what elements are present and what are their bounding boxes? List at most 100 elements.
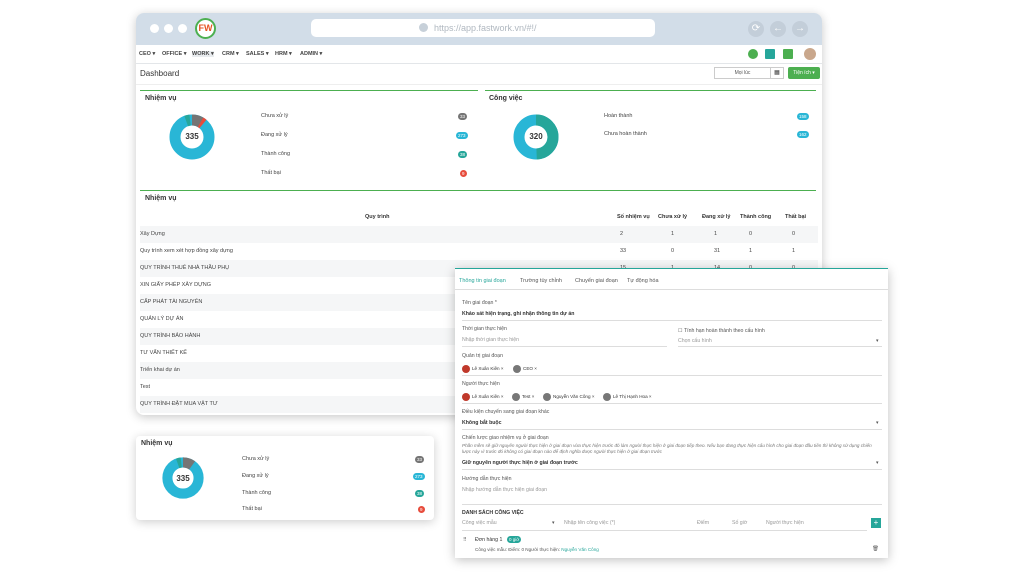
avatar[interactable] — [804, 48, 816, 60]
chevron-down-icon[interactable]: ▾ — [876, 460, 879, 466]
nhiemvu-panel: Nhiệm vụ 335 Chưa xử lý 33 Đang xử lý 27… — [140, 90, 478, 178]
apps-icon[interactable] — [783, 49, 793, 59]
menu-admin[interactable]: ADMIN ▾ — [300, 51, 322, 57]
mini-nhiemvu-card: Nhiệm vụ 335 Chưa xử lý 33 Đang xử lý 27… — [136, 436, 434, 520]
legend-count: 38 — [415, 490, 425, 497]
table-cell: QUẢN LÝ DỰ ÁN — [140, 316, 184, 322]
guide-label: Hướng dẫn thực hiện — [462, 476, 512, 482]
column-header: Số nhiệm vụ — [617, 214, 650, 220]
task-hours-input[interactable]: Số giờ — [732, 520, 747, 526]
task-item-badge: 0 giờ — [507, 536, 522, 543]
help-icon[interactable] — [748, 49, 758, 59]
column-header: Đang xử lý — [702, 214, 731, 220]
table-cell: QUY TRÌNH ĐẶT MUA VẬT TƯ — [140, 401, 218, 407]
tab-custom-fields[interactable]: Trường tùy chỉnh — [520, 278, 562, 284]
mini-total: 335 — [176, 474, 190, 483]
legend-count: 9 — [418, 506, 425, 513]
drag-handle-icon[interactable]: ⠿ — [463, 537, 467, 543]
table-cell: 1 — [792, 248, 796, 254]
chevron-down-icon[interactable]: ▾ — [552, 520, 555, 526]
task-item-meta: Công việc mẫu: Điểm: 0 Người thực hiện: … — [475, 547, 599, 552]
calendar-icon[interactable]: ▦ — [770, 67, 784, 79]
task-item-name: Đơn hàng 1 — [475, 537, 503, 543]
input-underline — [462, 504, 882, 505]
time-input[interactable]: Nhập thời gian thực hiện — [462, 337, 519, 343]
task-executor-input[interactable]: Người thực hiện — [766, 520, 804, 526]
strategy-label: Chiến lược giao nhiệm vụ ở giai đoạn — [462, 435, 549, 441]
legend-count: 162 — [797, 131, 809, 138]
menu-office[interactable]: OFFICE ▾ — [162, 51, 186, 57]
legend-count: 33 — [415, 456, 425, 463]
page-title: Dashboard — [140, 69, 180, 78]
task-table-header: Nhiệm vụ — [140, 190, 816, 208]
column-header: Thất bại — [785, 214, 807, 220]
add-task-button[interactable]: + — [871, 518, 881, 528]
legend-count: 273 — [413, 473, 425, 480]
stage-name-input[interactable]: Khảo sát hiện trạng, ghi nhận thông tin … — [462, 311, 574, 317]
admin-label: Quản trị giai đoạn — [462, 353, 503, 359]
table-cell: 1 — [749, 248, 753, 254]
panel-title: Nhiệm vụ — [145, 195, 177, 202]
panel-title: Công việc — [489, 95, 523, 102]
chevron-down-icon[interactable]: ▾ — [876, 420, 879, 426]
legend-label: Thất bại — [242, 506, 262, 512]
tab-stage-info[interactable]: Thông tin giai đoạn — [459, 278, 506, 284]
table-cell: 31 — [714, 248, 721, 254]
menu-hrm[interactable]: HRM ▾ — [275, 51, 292, 57]
menu-crm[interactable]: CRM ▾ — [222, 51, 239, 57]
menu-work[interactable]: WORK ▾ — [192, 51, 214, 57]
table-cell: 33 — [620, 248, 627, 254]
home-icon[interactable] — [765, 49, 775, 59]
strategy-select[interactable]: Giữ nguyên người thực hiện ở giai đoạn t… — [462, 460, 578, 466]
window-dot[interactable] — [164, 24, 173, 33]
condition-select[interactable]: Không bắt buộc — [462, 420, 501, 426]
input-underline — [462, 320, 882, 321]
legend-label: Thất bại — [261, 170, 281, 176]
input-underline — [462, 375, 882, 376]
executor-chip[interactable]: Lê Thị Hạnh Hoa × — [603, 392, 652, 401]
config-select[interactable]: Chọn cấu hình — [678, 338, 712, 344]
executor-chip[interactable]: Lê Xuân Kiên × — [462, 392, 504, 401]
table-row[interactable]: Xây Dựng 2 1 1 0 0 — [140, 226, 818, 243]
tab-divider — [455, 289, 888, 290]
back-icon[interactable]: ← — [770, 21, 786, 37]
trash-icon[interactable]: 🗑 — [872, 546, 879, 552]
calc-deadline-checkbox[interactable]: ☐ Tính hạn hoàn thành theo cấu hình — [678, 328, 765, 334]
forward-icon[interactable]: → — [792, 21, 808, 37]
menu-sales[interactable]: SALES ▾ — [246, 51, 269, 57]
legend-count: 38 — [458, 151, 468, 158]
panel-title: Nhiệm vụ — [141, 440, 173, 447]
input-underline — [462, 429, 882, 430]
table-cell: Quy trình xem xét hợp đồng xây dựng — [140, 248, 233, 254]
menu-ceo[interactable]: CEO ▾ — [139, 51, 155, 57]
input-underline — [462, 346, 667, 347]
table-row[interactable]: Quy trình xem xét hợp đồng xây dựng 33 0 31… — [140, 243, 818, 260]
admin-chip[interactable]: Lê Xuân Kiên × — [462, 364, 504, 373]
column-header: Quy trình — [365, 214, 390, 220]
chevron-down-icon[interactable]: ▾ — [876, 338, 879, 344]
admin-chip[interactable]: CEO × — [513, 364, 537, 373]
table-cell: QUY TRÌNH THUÊ NHÀ THẦU PHỤ — [140, 265, 230, 271]
address-bar[interactable]: https://app.fastwork.vn/#!/ — [311, 19, 655, 37]
fastwork-logo: FW — [195, 18, 216, 39]
congviec-total: 320 — [529, 132, 543, 141]
task-template-select[interactable]: Công việc mẫu — [462, 520, 497, 526]
executor-chip[interactable]: Nguyễn Văn Công × — [543, 392, 595, 401]
utility-button[interactable]: Tiện ích ▾ — [788, 67, 820, 79]
guide-textarea[interactable]: Nhập hướng dẫn thực hiện giai đoạn — [462, 487, 547, 493]
tab-stage-transition[interactable]: Chuyển giai đoạn — [575, 278, 618, 284]
input-underline — [678, 346, 882, 347]
tab-automation[interactable]: Tự động hóa — [627, 278, 659, 284]
executor-chip[interactable]: Test × — [512, 392, 534, 401]
task-score-input[interactable]: Điểm — [697, 520, 709, 526]
refresh-icon[interactable]: ⟳ — [748, 21, 764, 37]
table-cell: CẤP PHÁT TÀI NGUYÊN — [140, 299, 203, 305]
task-name-input[interactable]: Nhập tên công việc (*) — [564, 520, 615, 526]
legend-label: Đang xử lý — [242, 473, 269, 479]
window-dot[interactable] — [150, 24, 159, 33]
time-label: Thời gian thực hiện — [462, 326, 507, 332]
legend-label: Hoàn thành — [604, 113, 633, 119]
time-filter[interactable]: Mọi lúc — [714, 67, 771, 79]
legend-count: 158 — [797, 113, 809, 120]
window-dot[interactable] — [178, 24, 187, 33]
